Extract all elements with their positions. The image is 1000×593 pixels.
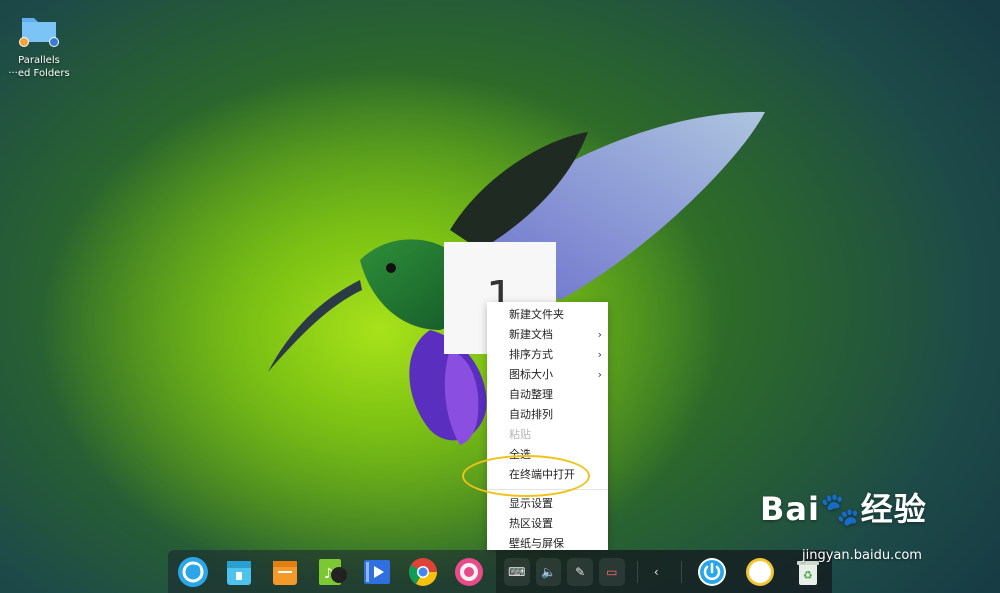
chevron-right-icon: › [597,368,602,381]
menu-item-label: 自动整理 [509,388,553,401]
menu-item-label: 图标大小 [509,368,553,381]
launcher-icon[interactable] [176,555,210,589]
menu-item-sort-by[interactable]: 排序方式 › [487,345,608,365]
dock-app-area: ♪ [168,550,496,593]
highlight-annotation [462,455,590,497]
menu-item-label: 粘贴 [509,428,531,441]
menu-item-icon-size[interactable]: 图标大小 › [487,365,608,385]
link-badge-icon [19,37,29,47]
menu-item-label: 新建文件夹 [509,308,564,321]
menu-item-new-document[interactable]: 新建文档 › [487,325,608,345]
watermark-site: jingyan.baidu.com [802,548,922,563]
share-badge-icon [49,37,59,47]
tray-separator [636,560,638,583]
menu-item-paste: 粘贴 [487,425,608,445]
folder-icon [19,12,59,47]
chevron-right-icon: › [597,348,602,361]
volume-icon[interactable]: 🔈 [535,557,562,586]
menu-item-display-settings[interactable]: 显示设置 [487,494,608,514]
menu-item-label: 自动排列 [509,408,553,421]
menu-item-auto-align[interactable]: 自动排列 [487,405,608,425]
tray-separator [681,560,683,583]
music-icon[interactable]: ♪ [314,555,348,589]
watermark-brand-2: 经验 [860,490,927,528]
collapse-tray-icon[interactable]: ‹ [643,558,669,586]
file-manager-icon[interactable] [268,555,302,589]
watermark-brand: Bai [760,490,820,528]
settings-icon[interactable] [452,555,486,589]
menu-item-label: 壁纸与屏保 [509,537,564,550]
desktop-context-menu: 新建文件夹 新建文档 › 排序方式 › 图标大小 › 自动整理 自动排列 粘贴 全选 … [487,302,608,550]
baidu-jingyan-watermark: Bai🐾经验 jingyan.baidu.com [760,484,1000,574]
video-icon[interactable] [360,555,394,589]
menu-item-auto-arrange[interactable]: 自动整理 [487,385,608,405]
chevron-right-icon: › [597,328,602,341]
menu-item-label: 排序方式 [509,348,553,361]
store-icon[interactable] [222,555,256,589]
desktop-icon-label-2: ···ed Folders [8,68,70,79]
desktop-icon-label-1: Parallels [18,55,60,66]
chrome-icon[interactable] [406,555,440,589]
menu-item-label: 显示设置 [509,497,553,510]
dock: ♪ ⌨ 🔈 ✎ ▭ ‹ ♻ [168,550,832,593]
menu-item-new-folder[interactable]: 新建文件夹 [487,305,608,325]
parallels-shared-folders-icon[interactable]: Parallels ···ed Folders [6,12,72,80]
menu-item-hot-corner-settings[interactable]: 热区设置 [487,514,608,534]
battery-icon[interactable]: ▭ [598,557,625,586]
keyboard-icon[interactable]: ⌨ [504,557,530,586]
power-icon[interactable] [696,556,728,588]
svg-text:♪: ♪ [324,566,333,582]
watermark-logo: Bai🐾经验 [760,484,927,530]
menu-item-label: 热区设置 [509,517,553,530]
pen-icon[interactable]: ✎ [567,557,593,586]
paw-icon: 🐾 [819,490,861,528]
menu-item-label: 新建文档 [509,328,553,341]
